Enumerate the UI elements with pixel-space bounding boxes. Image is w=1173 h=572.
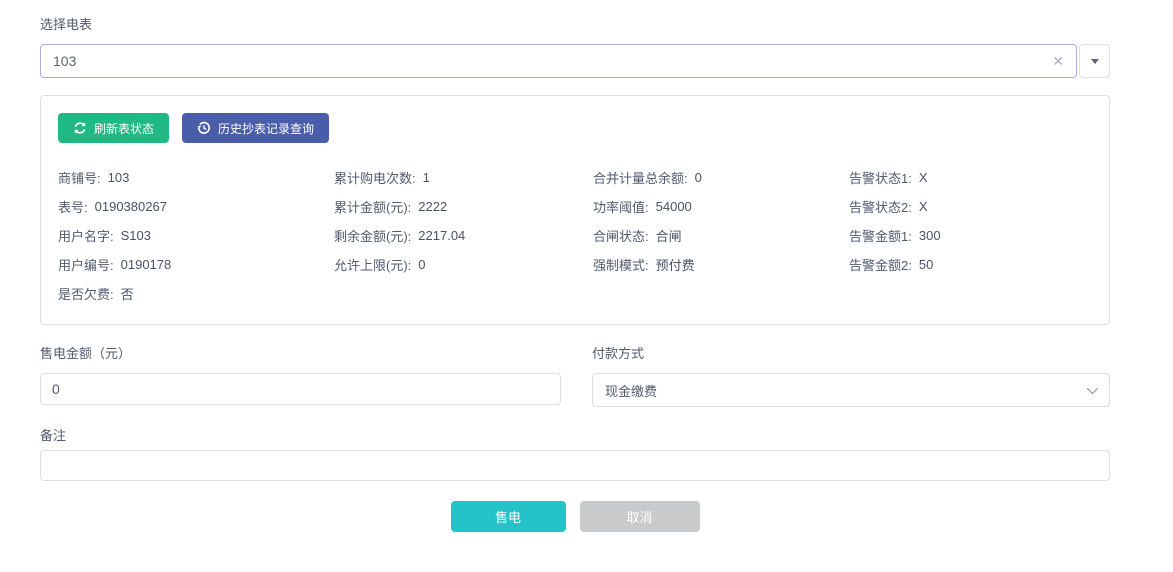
meter-info-grid: 商铺号 103 表号 0190380267 用户名字 S103 用户编号 019… [58, 163, 1092, 308]
info-item-power-threshold: 功率阈值 54000 [593, 192, 849, 221]
meter-combobox[interactable]: 103 ✕ [40, 44, 1110, 78]
info-item-alarm-amount-2: 告警金额2 50 [849, 250, 1092, 279]
remark-input[interactable] [40, 450, 1110, 481]
info-item-shop-number: 商铺号 103 [58, 163, 334, 192]
info-item-remaining-amount: 剩余金额(元) 2217.04 [334, 221, 593, 250]
info-item-purchase-count: 累计购电次数 1 [334, 163, 593, 192]
info-column-4: 告警状态1 X 告警状态2 X 告警金额1 300 告警金额2 50 [849, 163, 1092, 308]
select-meter-label: 选择电表 [40, 16, 1110, 34]
refresh-icon [73, 121, 87, 135]
meter-combobox-value: 103 [53, 53, 1049, 69]
history-icon [197, 121, 211, 135]
history-records-button[interactable]: 历史抄表记录查询 [182, 113, 329, 143]
cancel-button[interactable]: 取消 [580, 501, 700, 532]
meter-info-panel: 刷新表状态 历史抄表记录查询 商铺号 103 表号 019038026 [40, 95, 1110, 325]
caret-down-icon [1091, 59, 1099, 64]
sale-amount-input[interactable] [40, 373, 561, 405]
payment-method-field-group: 付款方式 现金缴费 [592, 345, 1110, 407]
sell-button[interactable]: 售电 [451, 501, 566, 532]
payment-method-select[interactable]: 现金缴费 [592, 373, 1110, 407]
chevron-down-icon [1087, 383, 1098, 394]
info-item-user-name: 用户名字 S103 [58, 221, 334, 250]
info-item-alarm-state-1: 告警状态1 X [849, 163, 1092, 192]
dropdown-toggle-button[interactable] [1079, 44, 1110, 78]
info-item-merged-balance: 合并计量总余额 0 [593, 163, 849, 192]
remark-field-group: 备注 [40, 427, 1110, 481]
sale-form-row: 售电金额（元） 付款方式 现金缴费 [40, 345, 1110, 407]
info-item-force-mode: 强制模式 预付费 [593, 250, 849, 279]
info-item-switch-state: 合闸状态 合闸 [593, 221, 849, 250]
clear-icon[interactable]: ✕ [1049, 53, 1067, 70]
info-item-alarm-state-2: 告警状态2 X [849, 192, 1092, 221]
info-column-3: 合并计量总余额 0 功率阈值 54000 合闸状态 合闸 强制模式 预付费 [593, 163, 849, 308]
sale-amount-label: 售电金额（元） [40, 345, 561, 363]
history-button-label: 历史抄表记录查询 [218, 120, 314, 137]
info-item-user-id: 用户编号 0190178 [58, 250, 334, 279]
action-buttons: 售电 取消 [40, 501, 1110, 532]
info-item-total-amount: 累计金额(元) 2222 [334, 192, 593, 221]
sell-electricity-page: 选择电表 103 ✕ 刷新表状态 [0, 0, 1173, 532]
payment-method-label: 付款方式 [592, 345, 1110, 363]
info-item-allowed-limit: 允许上限(元) 0 [334, 250, 593, 279]
sale-amount-field-group: 售电金额（元） [40, 345, 561, 407]
meter-combobox-input[interactable]: 103 ✕ [40, 44, 1077, 78]
info-item-alarm-amount-1: 告警金额1 300 [849, 221, 1092, 250]
info-column-2: 累计购电次数 1 累计金额(元) 2222 剩余金额(元) 2217.04 允许… [334, 163, 593, 308]
refresh-button-label: 刷新表状态 [94, 120, 154, 137]
remark-label: 备注 [40, 427, 1110, 445]
payment-method-value: 现金缴费 [605, 381, 657, 400]
info-item-meter-number: 表号 0190380267 [58, 192, 334, 221]
info-item-arrears: 是否欠费 否 [58, 279, 334, 308]
info-column-1: 商铺号 103 表号 0190380267 用户名字 S103 用户编号 019… [58, 163, 334, 308]
panel-toolbar: 刷新表状态 历史抄表记录查询 [58, 113, 1092, 143]
refresh-meter-status-button[interactable]: 刷新表状态 [58, 113, 169, 143]
